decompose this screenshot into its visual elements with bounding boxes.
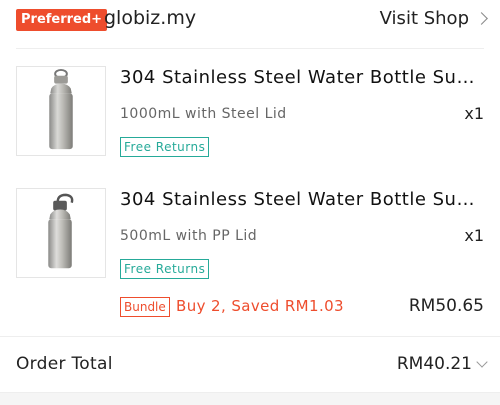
steel-bottle-image [49, 68, 73, 150]
product-title[interactable]: 304 Stainless Steel Water Bottle Supe... [120, 67, 486, 88]
bundle-tag: Bundle [120, 297, 170, 317]
product-variant: 500mL with PP Lid [120, 228, 258, 244]
free-returns-badge: Free Returns [120, 259, 210, 279]
order-total-row[interactable]: Order Total RM40.21 [0, 344, 500, 384]
product-thumbnail[interactable] [16, 188, 106, 278]
section-separator [0, 392, 500, 405]
free-returns-badge: Free Returns [120, 137, 210, 157]
quantity: x1 [464, 104, 484, 123]
bundle-savings-text: Buy 2, Saved RM1.03 [176, 297, 344, 315]
product-variant: 1000mL with Steel Lid [120, 106, 287, 122]
steel-bottle-image [48, 193, 74, 269]
shop-header: Preferred+ globiz.my Visit Shop [0, 0, 500, 46]
chevron-right-icon [475, 12, 488, 25]
order-item[interactable]: 304 Stainless Steel Water Bottle Supe...… [0, 186, 500, 286]
order-total-label: Order Total [16, 354, 113, 374]
chevron-down-icon [476, 356, 488, 368]
product-thumbnail[interactable] [16, 66, 106, 156]
preferred-plus-badge: Preferred+ [16, 9, 108, 31]
order-total-toggle[interactable]: RM40.21 [396, 354, 488, 374]
order-total-value: RM40.21 [396, 354, 472, 374]
bundle-summary: Bundle Buy 2, Saved RM1.03 RM50.65 [0, 294, 500, 322]
order-item[interactable]: 304 Stainless Steel Water Bottle Supe...… [0, 64, 500, 164]
quantity: x1 [464, 226, 484, 245]
bundle-price: RM50.65 [408, 296, 484, 316]
product-title[interactable]: 304 Stainless Steel Water Bottle Supe... [120, 189, 486, 210]
shop-name[interactable]: globiz.my [104, 7, 196, 29]
divider [0, 336, 500, 337]
visit-shop-label: Visit Shop [379, 8, 469, 29]
divider [16, 48, 484, 49]
visit-shop-button[interactable]: Visit Shop [379, 8, 488, 29]
